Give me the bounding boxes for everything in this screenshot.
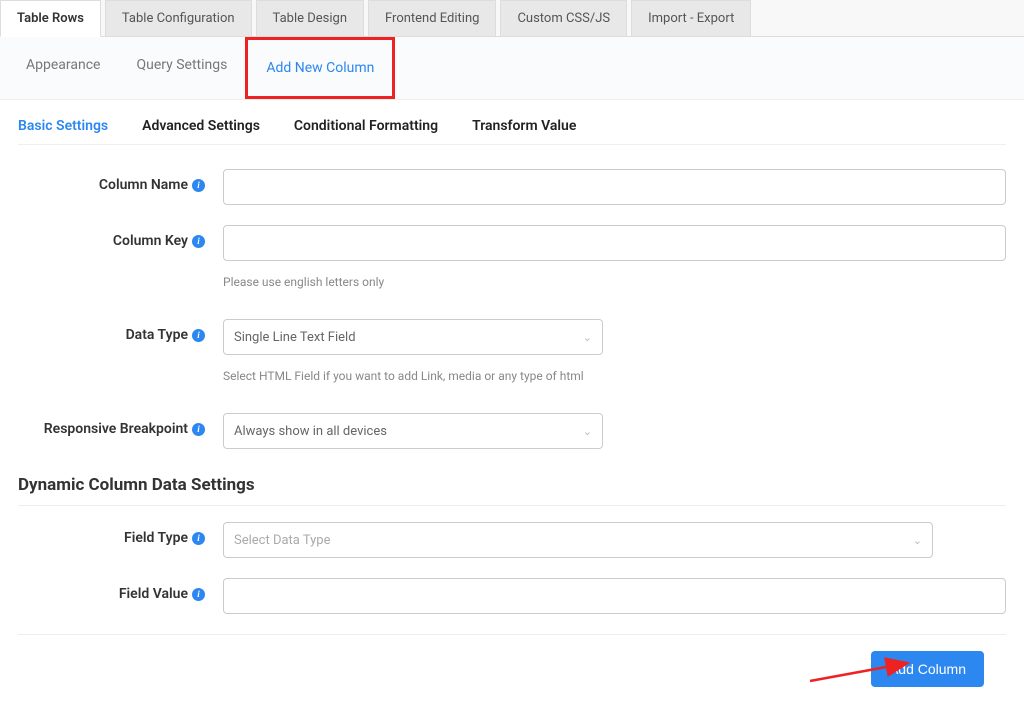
label-column-name-text: Column Name [99, 177, 188, 193]
settingtab-conditional[interactable]: Conditional Formatting [294, 118, 438, 134]
subtab-appearance[interactable]: Appearance [8, 37, 118, 99]
info-icon[interactable]: i [192, 423, 205, 436]
data-type-help: Select HTML Field if you want to add Lin… [223, 369, 1006, 383]
row-column-name: Column Name i [18, 169, 1006, 205]
info-icon[interactable]: i [192, 235, 205, 248]
data-type-select[interactable]: Single Line Text Field ⌄ [223, 319, 603, 355]
column-key-help: Please use english letters only [223, 275, 1006, 289]
subtab-query-settings[interactable]: Query Settings [118, 37, 245, 99]
dynamic-column-heading: Dynamic Column Data Settings [18, 475, 1006, 506]
info-icon[interactable]: i [192, 329, 205, 342]
tab-frontend-editing[interactable]: Frontend Editing [368, 0, 496, 36]
label-field-value: Field Value i [18, 578, 213, 602]
column-key-input[interactable] [223, 225, 1006, 261]
row-field-type: Field Type i Select Data Type ⌄ [18, 522, 1006, 558]
tab-table-design[interactable]: Table Design [256, 0, 364, 36]
tab-table-configuration[interactable]: Table Configuration [105, 0, 252, 36]
responsive-breakpoint-value: Always show in all devices [234, 424, 387, 439]
info-icon[interactable]: i [192, 588, 205, 601]
tab-custom-css-js[interactable]: Custom CSS/JS [500, 0, 627, 36]
label-field-type: Field Type i [18, 522, 213, 546]
label-column-key-text: Column Key [113, 233, 188, 249]
field-type-placeholder: Select Data Type [234, 533, 331, 548]
chevron-down-icon: ⌄ [583, 425, 592, 438]
column-name-input[interactable] [223, 169, 1006, 205]
row-field-value: Field Value i [18, 578, 1006, 614]
main-tabs: Table Rows Table Configuration Table Des… [0, 0, 1024, 37]
responsive-breakpoint-select[interactable]: Always show in all devices ⌄ [223, 413, 603, 449]
row-data-type: Data Type i Single Line Text Field ⌄ Sel… [18, 319, 1006, 383]
info-icon[interactable]: i [192, 532, 205, 545]
label-field-type-text: Field Type [124, 530, 188, 546]
label-responsive-breakpoint: Responsive Breakpoint i [18, 413, 213, 437]
settingtab-basic[interactable]: Basic Settings [18, 118, 108, 134]
row-responsive-breakpoint: Responsive Breakpoint i Always show in a… [18, 413, 1006, 449]
chevron-down-icon: ⌄ [583, 331, 592, 344]
chevron-down-icon: ⌄ [913, 534, 922, 547]
setting-tabs: Basic Settings Advanced Settings Conditi… [18, 118, 1006, 145]
tab-import-export[interactable]: Import - Export [631, 0, 751, 36]
data-type-value: Single Line Text Field [234, 330, 356, 345]
settingtab-advanced[interactable]: Advanced Settings [142, 118, 260, 134]
label-responsive-breakpoint-text: Responsive Breakpoint [44, 421, 188, 437]
action-row: Add Column [18, 635, 1006, 695]
label-column-name: Column Name i [18, 169, 213, 193]
settingtab-transform[interactable]: Transform Value [472, 118, 576, 134]
label-data-type-text: Data Type [126, 327, 188, 343]
sub-tabs: Appearance Query Settings Add New Column [0, 37, 1024, 100]
row-column-key: Column Key i Please use english letters … [18, 225, 1006, 289]
label-data-type: Data Type i [18, 319, 213, 343]
label-field-value-text: Field Value [119, 586, 188, 602]
add-column-button[interactable]: Add Column [871, 651, 984, 687]
info-icon[interactable]: i [192, 179, 205, 192]
subtab-add-new-column[interactable]: Add New Column [245, 37, 395, 99]
field-type-select[interactable]: Select Data Type ⌄ [223, 522, 933, 558]
field-value-input[interactable] [223, 578, 1006, 614]
label-column-key: Column Key i [18, 225, 213, 249]
tab-table-rows[interactable]: Table Rows [0, 0, 101, 37]
